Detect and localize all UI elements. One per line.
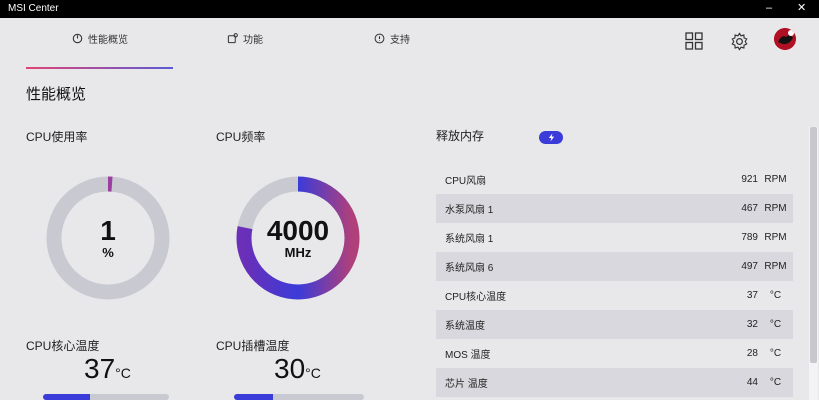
sensor-value: 28 [746, 348, 758, 359]
cpu-core-temp-bar [43, 394, 169, 400]
cpu-freq-gauge: 4000 MHz [235, 175, 361, 301]
sensor-value: 789 [741, 232, 758, 243]
tab-overview-label: 性能概览 [88, 34, 128, 46]
cpu-core-temp-bar-fill [43, 394, 90, 400]
sensor-unit: °C [769, 377, 782, 388]
sensor-name: MOS 温度 [445, 350, 491, 361]
sensor-unit: °C [769, 348, 782, 359]
tab-support[interactable]: 支持 [374, 28, 410, 48]
cpu-socket-temp-label: CPU插槽温度 [216, 339, 290, 353]
list-item: MOS 温度 28 °C [436, 339, 793, 368]
sensor-unit: RPM [764, 203, 787, 214]
sensor-unit: RPM [764, 232, 787, 243]
lightning-icon [548, 133, 554, 142]
list-item: 系统温度 32 °C [436, 310, 793, 339]
sensor-name: CPU风扇 [445, 176, 487, 187]
minimize-button[interactable]: – [766, 2, 772, 14]
sensor-unit: °C [769, 290, 782, 301]
sensor-name: 芯片 温度 [445, 379, 488, 390]
sensor-name: 水泵风扇 1 [445, 205, 494, 216]
list-item: 系统风扇 6 497 RPM [436, 252, 793, 281]
sensor-name: CPU核心温度 [445, 292, 507, 303]
cpu-core-temp-value: 37 [84, 353, 116, 384]
sensor-value: 467 [741, 203, 758, 214]
sensor-name: 系统风扇 6 [445, 263, 494, 274]
cpu-core-temp-unit: °C [115, 365, 131, 381]
list-item: 芯片 温度 44 °C [436, 368, 793, 397]
cpu-core-temp-reading: 37°C [84, 353, 131, 385]
cpu-socket-temp-bar [234, 394, 364, 400]
support-icon [374, 33, 385, 43]
list-item: 水泵风扇 1 467 RPM [436, 194, 793, 223]
tab-overview[interactable]: 性能概览 [72, 28, 128, 48]
active-tab-indicator [26, 67, 173, 69]
tab-features[interactable]: 功能 [227, 28, 263, 48]
sensor-value: 32 [746, 319, 758, 330]
sensor-value: 37 [746, 290, 758, 301]
cpu-usage-gauge: 1 % [45, 175, 171, 301]
list-item: CPU风扇 921 RPM [436, 165, 793, 194]
sensor-name: 系统温度 [445, 321, 485, 332]
cpu-usage-label: CPU使用率 [26, 130, 88, 144]
sensor-unit: °C [769, 319, 782, 330]
cpu-usage-unit: % [102, 245, 114, 260]
cpu-socket-temp-unit: °C [305, 365, 321, 381]
cpu-core-temp-label: CPU核心温度 [26, 339, 100, 353]
window-title: MSI Center [8, 3, 59, 14]
sensor-unit: RPM [764, 261, 787, 272]
sensor-value: 497 [741, 261, 758, 272]
scrollbar-thumb[interactable] [810, 127, 817, 363]
sensor-value: 921 [741, 174, 758, 185]
cpu-socket-temp-reading: 30°C [274, 353, 321, 385]
scrollbar[interactable] [809, 127, 818, 400]
gear-icon[interactable] [728, 30, 750, 52]
sensor-list: CPU风扇 921 RPM 水泵风扇 1 467 RPM 系统风扇 1 789 RPM 系统… [436, 165, 793, 397]
page-title: 性能概览 [26, 86, 87, 103]
avatar[interactable] [774, 28, 796, 50]
grid-icon[interactable] [683, 30, 705, 52]
title-bar: MSI Center – ✕ [0, 0, 819, 18]
close-button[interactable]: ✕ [797, 2, 806, 14]
list-item: 系统风扇 1 789 RPM [436, 223, 793, 252]
tab-features-label: 功能 [243, 34, 263, 46]
tab-support-label: 支持 [390, 34, 410, 46]
cpu-freq-value: 4000 [266, 215, 330, 246]
sensor-value: 44 [746, 377, 758, 388]
gauge-icon [72, 33, 83, 43]
list-item: CPU核心温度 37 °C [436, 281, 793, 310]
cpu-freq-label: CPU频率 [216, 130, 266, 144]
memory-release-button[interactable] [539, 131, 563, 144]
cpu-usage-value: 1 [100, 215, 116, 246]
feature-icon [227, 32, 238, 43]
cpu-freq-unit: MHz [284, 245, 312, 260]
cpu-socket-temp-value: 30 [274, 353, 306, 384]
memory-release-label: 释放内存 [436, 129, 485, 143]
sensor-unit: RPM [764, 174, 787, 185]
cpu-socket-temp-bar-fill [234, 394, 273, 400]
sensor-name: 系统风扇 1 [445, 234, 494, 245]
